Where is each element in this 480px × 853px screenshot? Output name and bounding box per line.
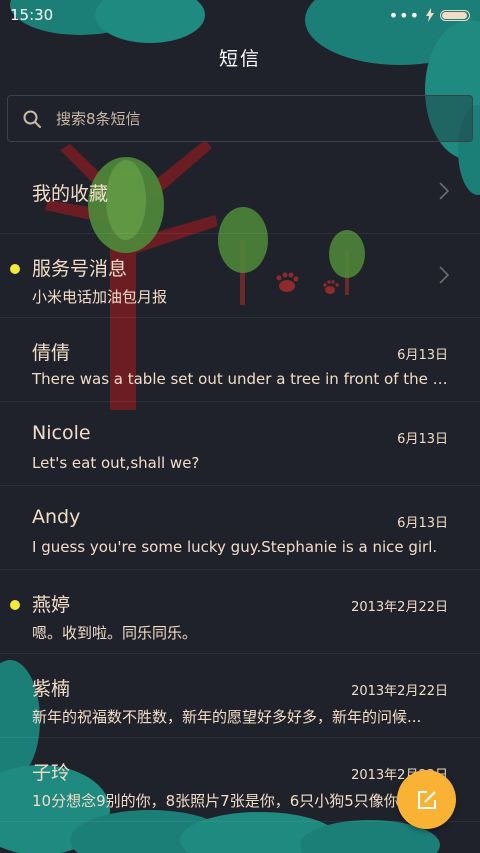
conversation-snippet: 新年的祝福数不胜数，新年的愿望好多好多，新年的问候... xyxy=(32,708,422,726)
conversation-item[interactable]: Andy 6月13日 I guess you're some lucky guy… xyxy=(0,486,480,570)
conversation-item[interactable]: Nicole 6月13日 Let's eat out,shall we? xyxy=(0,402,480,486)
conversation-snippet: 小米电话加油包月报 xyxy=(32,288,168,306)
unread-dot xyxy=(10,600,20,610)
search-placeholder: 搜索8条短信 xyxy=(56,110,141,128)
conversation-date: 2013年2月22日 xyxy=(351,600,448,615)
conversation-name: 服务号消息 xyxy=(32,258,128,280)
conversation-list: 我的收藏 服务号消息 小米电话加油包月报 倩倩 6月13日 There was … xyxy=(0,150,480,822)
conversation-name: 我的收藏 xyxy=(32,183,109,205)
conversation-item[interactable]: 紫楠 2013年2月22日 新年的祝福数不胜数，新年的愿望好多好多，新年的问候.… xyxy=(0,654,480,738)
conversation-snippet: 嗯。收到啦。同乐同乐。 xyxy=(32,624,198,642)
signal-icon: ••• xyxy=(388,5,420,25)
conversation-snippet: I guess you're some lucky guy.Stephanie … xyxy=(32,538,438,556)
page-title: 短信 xyxy=(218,47,261,70)
status-icons: ••• xyxy=(389,6,470,25)
conversation-item-favorites[interactable]: 我的收藏 xyxy=(0,150,480,234)
conversation-item[interactable]: 燕婷 2013年2月22日 嗯。收到啦。同乐同乐。 xyxy=(0,570,480,654)
charging-icon xyxy=(426,8,434,22)
conversation-date: 6月13日 xyxy=(397,348,448,363)
conversation-item-service[interactable]: 服务号消息 小米电话加油包月报 xyxy=(0,234,480,318)
conversation-date: 6月13日 xyxy=(397,432,448,447)
conversation-name: 紫楠 xyxy=(32,678,71,700)
battery-icon xyxy=(440,9,470,21)
chevron-right-icon xyxy=(439,182,450,200)
compose-icon xyxy=(417,790,436,809)
search-input[interactable]: 搜索8条短信 xyxy=(7,95,473,142)
conversation-name: Andy xyxy=(32,506,81,528)
conversation-snippet: 10分想念9别的你，8张照片7张是你，6只小狗5只像你 xyxy=(32,792,399,810)
conversation-snippet: There was a table set out under a tree i… xyxy=(32,370,448,388)
conversation-item[interactable]: 倩倩 6月13日 There was a table set out under… xyxy=(0,318,480,402)
status-time: 15:30 xyxy=(10,6,54,24)
conversation-name: 倩倩 xyxy=(32,342,71,364)
conversation-snippet: Let's eat out,shall we? xyxy=(32,454,200,472)
conversation-name: 子玲 xyxy=(32,762,71,784)
search-icon xyxy=(23,110,41,128)
conversation-name: 燕婷 xyxy=(32,594,71,616)
status-bar: 15:30 ••• xyxy=(0,0,480,30)
compose-button[interactable] xyxy=(397,770,456,829)
conversation-date: 6月13日 xyxy=(397,516,448,531)
conversation-name: Nicole xyxy=(32,422,91,444)
chevron-right-icon xyxy=(439,266,450,284)
conversation-date: 2013年2月22日 xyxy=(351,684,448,699)
unread-dot xyxy=(10,264,20,274)
